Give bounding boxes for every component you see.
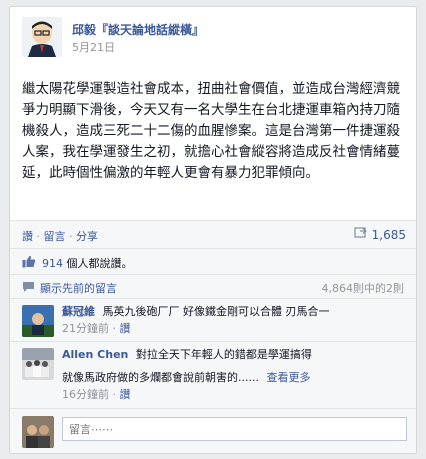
post-header: 邱毅『談天論地話縱橫』 5月21日 [10,7,416,59]
post-timestamp[interactable]: 5月21日 [72,39,115,55]
post-card: 邱毅『談天論地話縱橫』 5月21日 繼太陽花學運製造社會成本，扭曲社會價值，並造… [9,6,417,454]
likes-summary: 914 個人都說讚。 [10,248,416,274]
separator: · [112,388,120,401]
share-count-number: 1,685 [371,227,406,242]
comment-text: 對拉全天下年輕人的錯都是學運搞得 [135,348,312,361]
comment-text: 馬英九後砲厂厂 好像鐵金剛可以合體 刃馬合一 [102,305,330,318]
comment-action[interactable]: 留言 [44,230,66,243]
comments-count: 4,864則中的2則 [321,282,405,295]
comment-text-line2: 就像馬政府做的多爛都會說前朝害的...... [62,371,259,384]
separator: · [112,322,120,335]
comment-item: Allen Chen 對拉全天下年輕人的錯都是學運搞得 就像馬政府做的多爛都會說… [10,341,416,408]
separator: · [36,230,44,243]
likes-text: 914 個人都說讚。 [42,255,133,271]
commenter-name[interactable]: Allen Chen [62,348,128,361]
viewer-avatar [22,416,54,448]
share-count[interactable]: 1,685 [354,227,406,242]
comment-text-continued: 就像馬政府做的多爛都會說前朝害的...... 查看更多 [62,370,407,385]
previous-comments-row: 顯示先前的留言 4,864則中的2則 [10,274,416,298]
comment-body: 蘇冠維 馬英九後砲厂厂 好像鐵金剛可以合體 刃馬合一 21分鐘前 · 讚 [62,304,407,336]
comment-item: 蘇冠維 馬英九後砲厂厂 好像鐵金剛可以合體 刃馬合一 21分鐘前 · 讚 [10,298,416,341]
share-icon [354,227,368,242]
comment-meta: 21分鐘前 · 讚 [62,321,407,336]
separator: · [69,230,76,243]
show-previous-comments-link[interactable]: 顯示先前的留言 [40,280,117,296]
comment-body: Allen Chen 對拉全天下年輕人的錯都是學運搞得 就像馬政府做的多爛都會說… [62,347,407,402]
thumbs-up-icon [22,255,36,271]
commenter-name[interactable]: 蘇冠維 [62,305,95,318]
comment-time[interactable]: 21分鐘前 [62,322,109,335]
comment-bubble-icon [22,281,35,296]
comment-like-link[interactable]: 讚 [120,322,131,335]
share-action[interactable]: 分享 [76,230,98,243]
like-action[interactable]: 讚 [22,230,33,243]
commenter-avatar[interactable] [22,305,54,337]
comment-input[interactable] [62,417,407,441]
comment-meta: 16分鐘前 · 讚 [62,387,407,402]
author-avatar[interactable] [22,17,62,57]
comment-input-row [10,408,416,453]
post-actions: 讚 · 留言 · 分享 [22,228,98,244]
post-body: 繼太陽花學運製造社會成本，扭曲社會價值，並造成台灣經濟競爭力明顯下滑後，今天又有… [22,81,400,181]
see-more-link[interactable]: 查看更多 [266,371,310,384]
likes-count[interactable]: 914 [42,257,63,270]
likes-suffix: 個人都說讚。 [66,257,133,270]
comment-time[interactable]: 16分鐘前 [62,388,109,401]
author-name[interactable]: 邱毅『談天論地話縱橫』 [72,21,204,38]
comment-like-link[interactable]: 讚 [120,388,131,401]
commenter-avatar[interactable] [22,348,54,380]
post-actions-bar: 讚 · 留言 · 分享 1,685 [10,220,416,248]
